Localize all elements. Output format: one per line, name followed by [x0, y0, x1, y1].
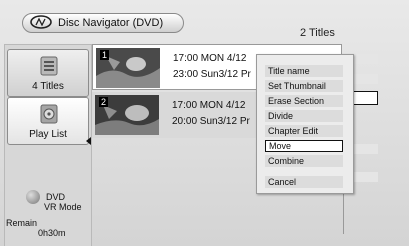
title-number: 1: [100, 50, 110, 60]
sidebar-item-playlist[interactable]: Play List: [7, 97, 89, 145]
page-title: Disc Navigator (DVD): [58, 17, 164, 29]
title-original-date: 23:00 Sun3/12 Pr: [173, 69, 251, 80]
sidebar-item-titles[interactable]: 4 Titles: [7, 49, 89, 97]
disc-mode-info: DVD VR Mode Remain 0h30m: [4, 186, 90, 246]
menu-item-cancel[interactable]: Cancel: [265, 176, 343, 188]
menu-item-move[interactable]: Move: [265, 140, 343, 152]
sidebar-item-label: Play List: [29, 129, 67, 140]
title-original-date: 20:00 Sun3/12 Pr: [172, 116, 250, 127]
remain-label: Remain: [6, 218, 38, 228]
menu-item-set-thumbnail[interactable]: Set Thumbnail: [265, 80, 343, 92]
menu-item-title-name[interactable]: Title name: [265, 65, 343, 77]
edit-context-menu: Title name Set Thumbnail Erase Section D…: [256, 54, 354, 194]
mode-line2: VR Mode: [44, 202, 82, 212]
menu-item-erase-section[interactable]: Erase Section: [265, 95, 343, 107]
menu-item-divide[interactable]: Divide: [265, 110, 343, 122]
disc-navigator-screen: Disc Navigator (DVD) 2 Titles 4 Titles P…: [0, 0, 409, 246]
mode-line1: DVD: [46, 192, 66, 202]
sidebar-item-label: 4 Titles: [32, 81, 64, 92]
title-number: 2: [99, 97, 109, 107]
list-icon: [40, 56, 58, 76]
remain-time: 0h30m: [38, 228, 66, 238]
title-thumbnail: 2: [95, 95, 159, 135]
menu-item-combine[interactable]: Combine: [265, 155, 343, 167]
focus-arrow-icon: [86, 137, 91, 145]
playlist-icon: [40, 104, 58, 124]
title-count: 2 Titles: [300, 27, 335, 39]
disc-navigator-icon: [30, 15, 52, 29]
divider: [343, 190, 344, 234]
title-thumbnail: 1: [96, 48, 160, 88]
header: Disc Navigator (DVD) 2 Titles: [0, 0, 409, 40]
title-recorded-date: 17:00 MON 4/12: [172, 100, 246, 111]
disc-icon: [26, 190, 40, 204]
title-recorded-date: 17:00 MON 4/12: [173, 53, 247, 64]
menu-item-chapter-edit[interactable]: Chapter Edit: [265, 125, 343, 137]
